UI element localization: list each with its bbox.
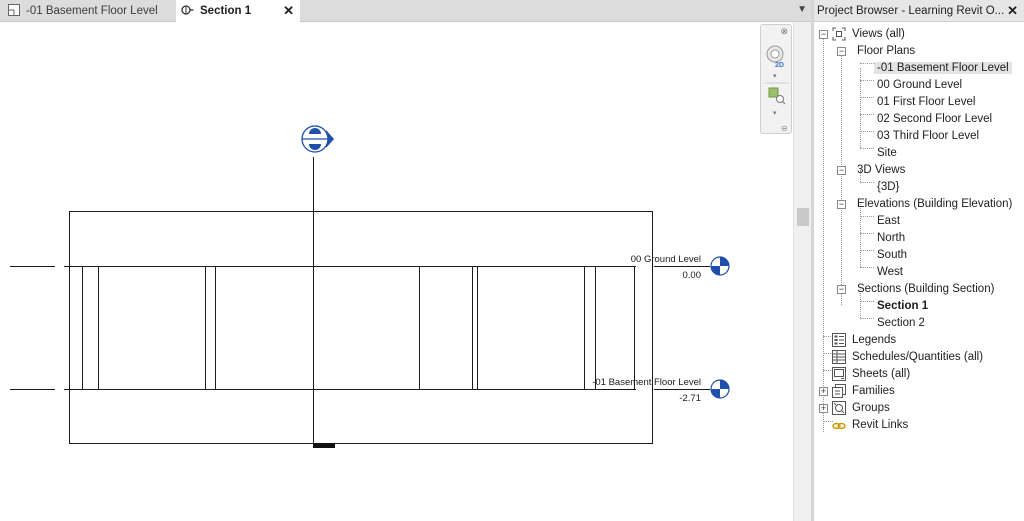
groups-icon (832, 400, 846, 415)
legend-icon (832, 332, 846, 347)
view-tab-bar: -01 Basement Floor Level Section 1 ✕ ▼ (0, 0, 811, 22)
tree-item-site[interactable]: Site (874, 144, 900, 161)
close-tab-icon[interactable]: ✕ (283, 3, 294, 19)
navbar-options-icon[interactable]: ⊖ (781, 124, 788, 133)
sheet-icon (832, 366, 846, 381)
expand-groups-icon[interactable]: + (819, 404, 828, 413)
vertical-scrollbar[interactable] (793, 22, 811, 521)
tree-item-section-2[interactable]: Section 2 (874, 314, 928, 331)
tree-item-second-floor-level[interactable]: 02 Second Floor Level (874, 110, 995, 127)
level-head-ground[interactable] (710, 256, 730, 276)
tree-floor-plans[interactable]: Floor Plans (854, 42, 918, 59)
level-name-basement[interactable]: -01 Basement Floor Level (592, 377, 701, 388)
section-head-marker[interactable] (301, 125, 334, 153)
tree-legends[interactable]: Legends (832, 331, 899, 348)
tab-label: Section 1 (200, 5, 252, 17)
tab-menu-chevron-down-icon[interactable]: ▼ (797, 4, 807, 15)
tab-section-1[interactable]: Section 1 ✕ (176, 0, 300, 22)
building-outline (69, 211, 653, 444)
close-browser-icon[interactable]: ✕ (1007, 3, 1018, 19)
tree-elevations[interactable]: Elevations (Building Elevation) (854, 195, 1015, 212)
expand-families-icon[interactable]: + (819, 387, 828, 396)
zoom-region-icon[interactable] (768, 87, 786, 105)
link-icon (832, 418, 846, 432)
tree-families[interactable]: Families (832, 382, 898, 399)
collapse-floor-plans-icon[interactable]: − (837, 47, 846, 56)
tree-sheets[interactable]: Sheets (all) (832, 365, 913, 382)
tree-item-section-1[interactable]: Section 1 (874, 297, 931, 314)
steering-wheel-icon[interactable] (766, 45, 784, 63)
steering-wheel-dropdown-chevron-down-icon[interactable]: ▾ (773, 73, 777, 80)
tree-item-basement-floor-level[interactable]: -01 Basement Floor Level (874, 59, 1012, 76)
tree-item-south[interactable]: South (874, 246, 910, 263)
collapse-sections-icon[interactable]: − (837, 285, 846, 294)
views-icon (832, 27, 846, 41)
tree-item-east[interactable]: East (874, 212, 903, 229)
tree-item-first-floor-level[interactable]: 01 First Floor Level (874, 93, 978, 110)
collapse-views-icon[interactable]: − (819, 30, 828, 39)
zoom-dropdown-chevron-down-icon[interactable]: ▾ (773, 110, 777, 117)
section-line-end (313, 443, 335, 448)
tree-sections[interactable]: Sections (Building Section) (854, 280, 997, 297)
level-head-basement[interactable] (710, 379, 730, 399)
families-icon (832, 383, 846, 398)
collapse-elevations-icon[interactable]: − (837, 200, 846, 209)
tree-item-north[interactable]: North (874, 229, 908, 246)
level-elevation-ground: 0.00 (683, 270, 702, 281)
tree-item-west[interactable]: West (874, 263, 906, 280)
collapse-3d-views-icon[interactable]: − (837, 166, 846, 175)
section-drawing: 00 Ground Level 0.00 -01 Basement Floor … (10, 125, 730, 448)
section-view-canvas[interactable]: 00 Ground Level 0.00 -01 Basement Floor … (0, 22, 811, 521)
tree-item-third-floor-level[interactable]: 03 Third Floor Level (874, 127, 982, 144)
schedule-icon (832, 349, 846, 364)
level-name-ground[interactable]: 00 Ground Level (631, 254, 701, 265)
project-browser: Project Browser - Learning Revit O... ✕ … (814, 0, 1024, 521)
tree-revit-links[interactable]: Revit Links (832, 416, 911, 433)
tree-item-3d[interactable]: {3D} (874, 178, 902, 195)
tree-schedules[interactable]: Schedules/Quantities (all) (832, 348, 986, 365)
tree-item-ground-level[interactable]: 00 Ground Level (874, 76, 965, 93)
level-elevation-basement: -2.71 (679, 393, 701, 404)
tab-basement-floor-level[interactable]: -01 Basement Floor Level (0, 0, 172, 22)
section-view-icon (181, 4, 194, 19)
project-browser-title: Project Browser - Learning Revit O... (817, 4, 1005, 17)
tree-groups[interactable]: Groups (832, 399, 893, 416)
tab-label: -01 Basement Floor Level (26, 5, 158, 17)
floor-plan-view-icon (8, 3, 20, 19)
tree-3d-views[interactable]: 3D Views (854, 161, 908, 178)
tree-views-all[interactable]: Views (all) (832, 25, 908, 42)
section-walls (82, 266, 635, 389)
project-browser-header: Project Browser - Learning Revit O... ✕ (814, 0, 1024, 22)
nav-2d-label: 2D (775, 62, 784, 69)
navigation-bar: ⊗ 2D ▾ ▾ ⊖ (760, 24, 792, 134)
scrollbar-thumb[interactable] (797, 208, 809, 226)
browser-tree: − Views (all) − Floor Plans -01 Basement… (814, 22, 1024, 521)
